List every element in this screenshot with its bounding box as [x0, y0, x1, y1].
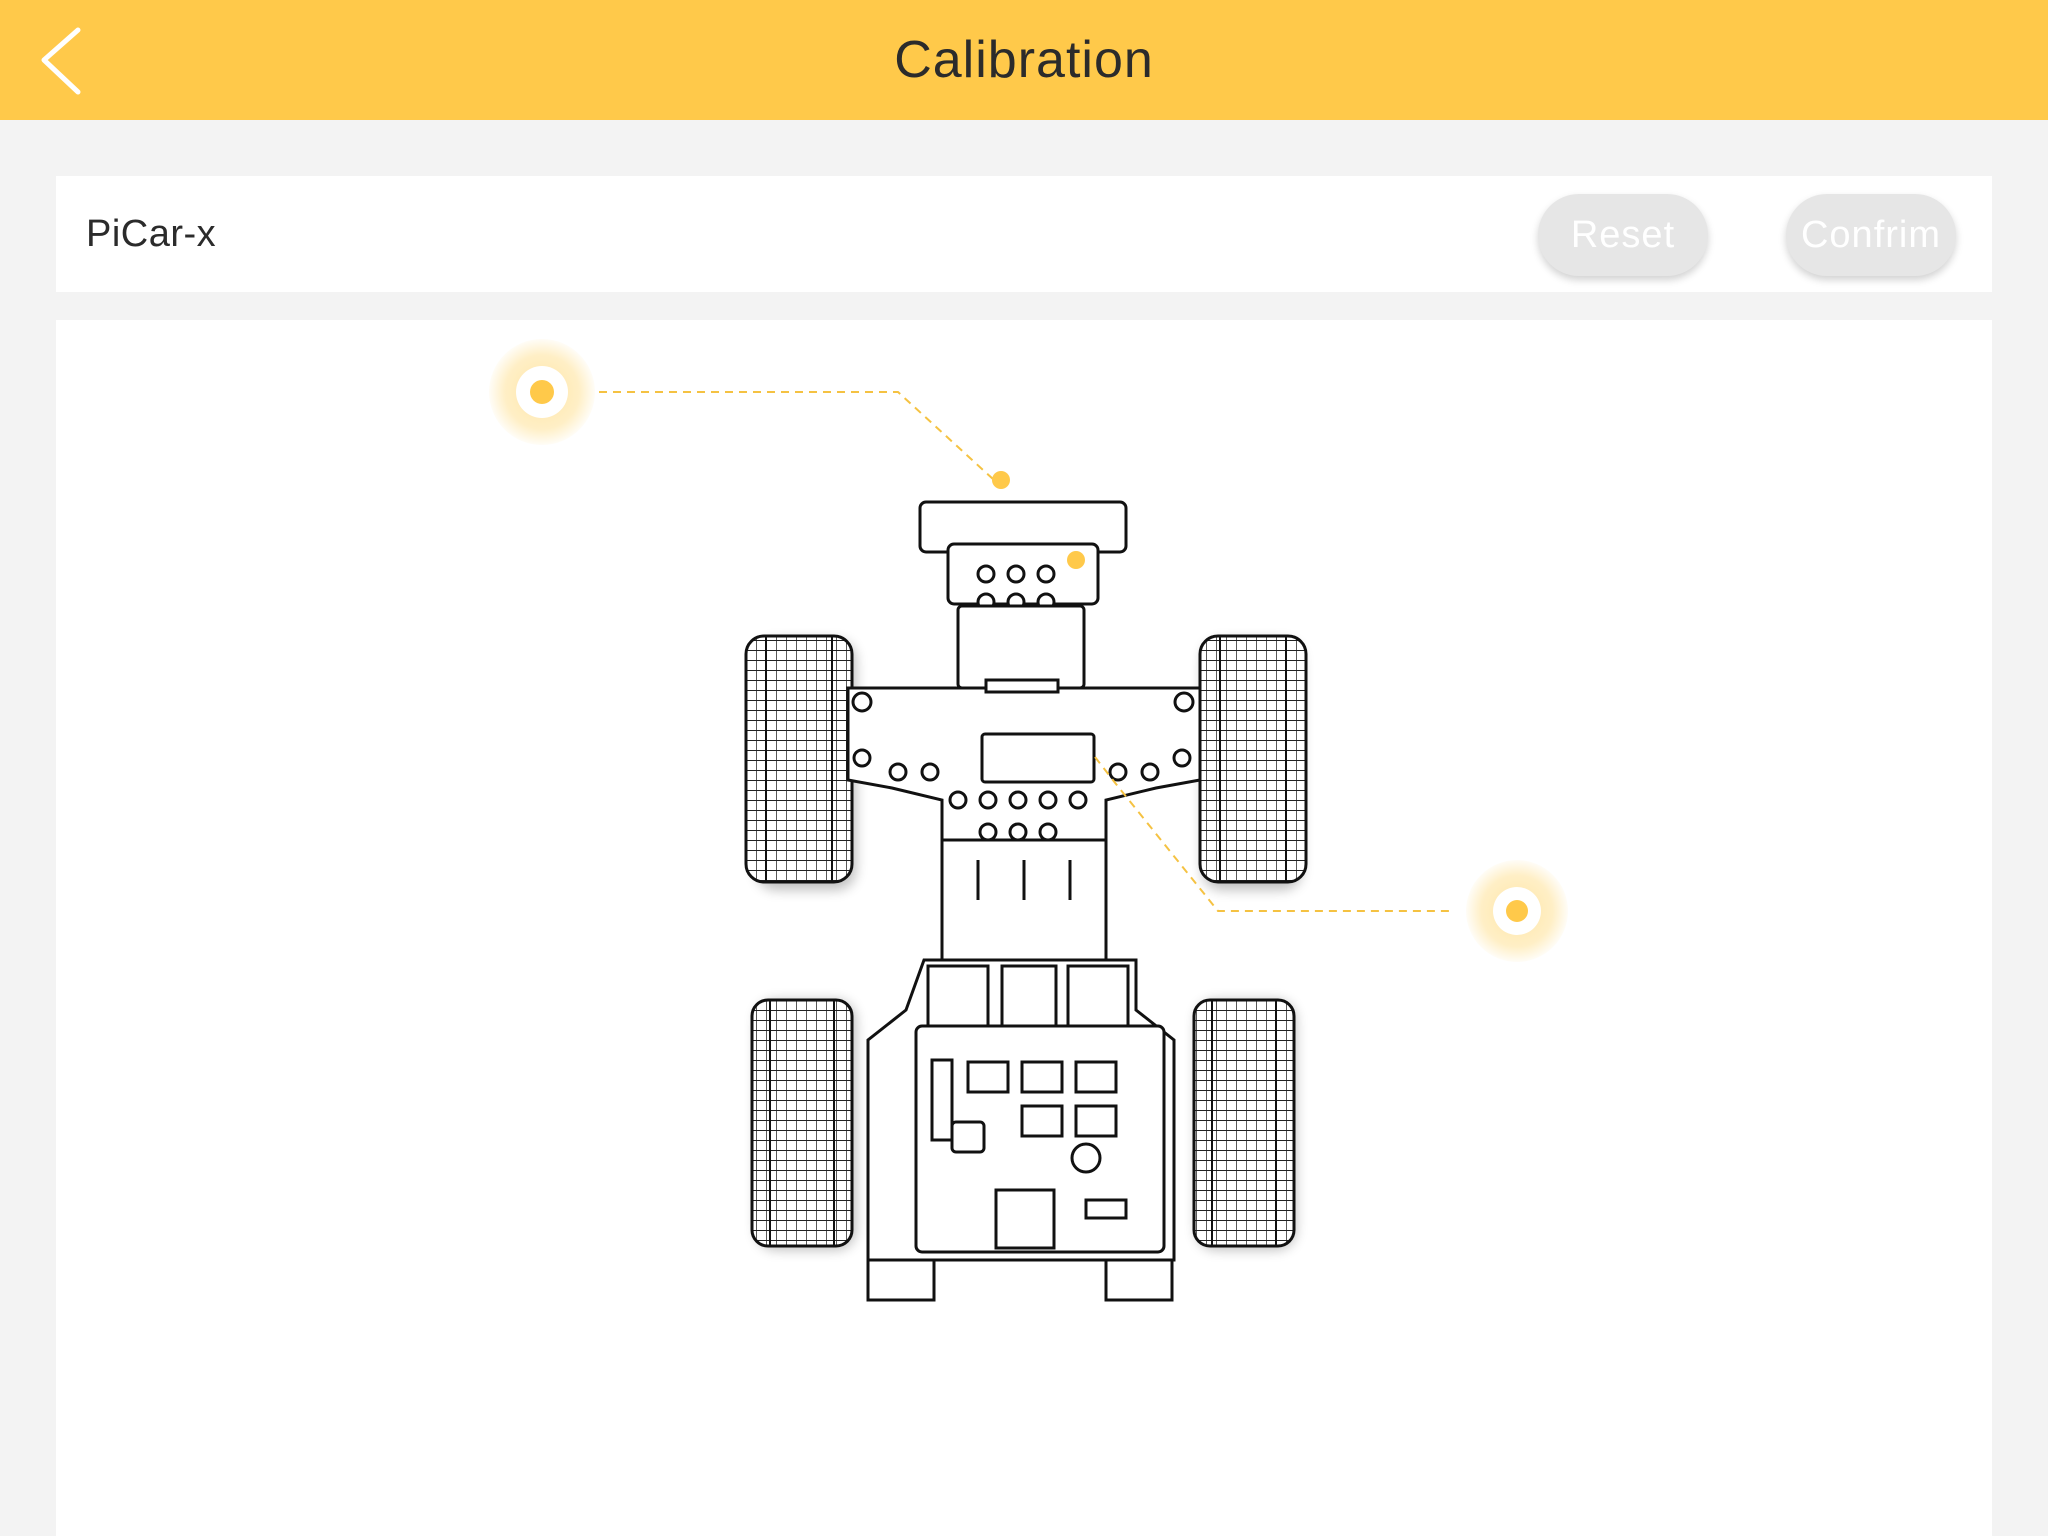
- camera-servo-calibration-target[interactable]: [489, 339, 595, 445]
- steering-servo-calibration-target[interactable]: [1466, 860, 1568, 962]
- rear-left-wheel: [750, 998, 854, 1248]
- calibration-canvas: [56, 320, 1992, 1536]
- device-toolbar: PiCar-x Reset Confrim: [56, 176, 1992, 292]
- steering-servo-anchor-icon: [1067, 551, 1085, 569]
- page-title: Calibration: [894, 31, 1154, 89]
- front-right-wheel: [1198, 634, 1308, 884]
- device-name-label: PiCar-x: [86, 213, 217, 255]
- header-bar: Calibration: [0, 0, 2048, 120]
- chassis-spine: [940, 838, 1108, 962]
- robot-hat-board: [866, 958, 1176, 1302]
- front-left-wheel: [744, 634, 854, 884]
- front-axle-plate: [846, 686, 1202, 842]
- reset-button[interactable]: Reset: [1538, 194, 1708, 276]
- rear-right-wheel: [1192, 998, 1296, 1248]
- camera-head: [918, 500, 1128, 694]
- confirm-button[interactable]: Confrim: [1786, 194, 1956, 276]
- camera-servo-anchor-icon: [992, 471, 1010, 489]
- picar-diagram: [489, 339, 1568, 1302]
